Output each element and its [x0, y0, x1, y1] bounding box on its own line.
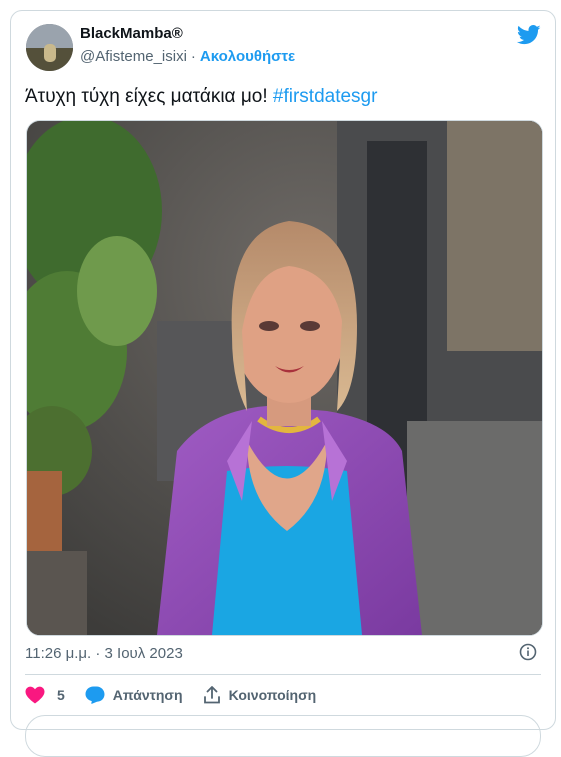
avatar-figure — [44, 44, 56, 62]
like-count: 5 — [57, 687, 65, 703]
photo-woman-purple-jacket — [27, 121, 542, 635]
share-button[interactable]: Κοινοποίηση — [203, 686, 317, 704]
tweet-card: BlackMamba® @Afisteme_isixi · Ακολουθήστε … — [10, 10, 556, 757]
handle-row: @Afisteme_isixi · Ακολουθήστε — [80, 48, 295, 65]
twitter-bird-icon[interactable] — [517, 25, 541, 45]
avatar[interactable] — [26, 24, 73, 71]
speech-bubble-icon — [85, 686, 105, 704]
like-button[interactable]: 5 — [25, 686, 65, 704]
tweet-body: Άτυχη τύχη είχες ματάκια μο! — [25, 86, 268, 107]
divider — [25, 674, 541, 675]
hashtag-link[interactable]: #firstdatesgr — [273, 86, 378, 107]
separator-dot: · — [190, 48, 196, 65]
share-upload-icon — [203, 686, 220, 704]
share-label: Κοινοποίηση — [228, 687, 317, 703]
reply-label: Απάντηση — [112, 687, 183, 703]
author-name[interactable]: BlackMamba® — [80, 25, 183, 42]
heart-icon — [25, 686, 45, 704]
reply-button[interactable]: Απάντηση — [85, 686, 183, 704]
follow-button[interactable]: Ακολουθήστε — [200, 48, 295, 65]
tweet-text: Άτυχη τύχη είχες ματάκια μο! #firstdates… — [25, 86, 377, 108]
info-icon[interactable] — [519, 643, 537, 661]
reply-input-bar[interactable] — [25, 715, 541, 757]
action-bar: 5 Απάντηση Κοινοποίηση — [25, 684, 336, 706]
tweet-photo[interactable] — [26, 120, 543, 636]
tweet-timestamp[interactable]: 11:26 μ.μ. · 3 Ιουλ 2023 — [25, 645, 183, 662]
author-handle[interactable]: @Afisteme_isixi — [80, 48, 187, 65]
